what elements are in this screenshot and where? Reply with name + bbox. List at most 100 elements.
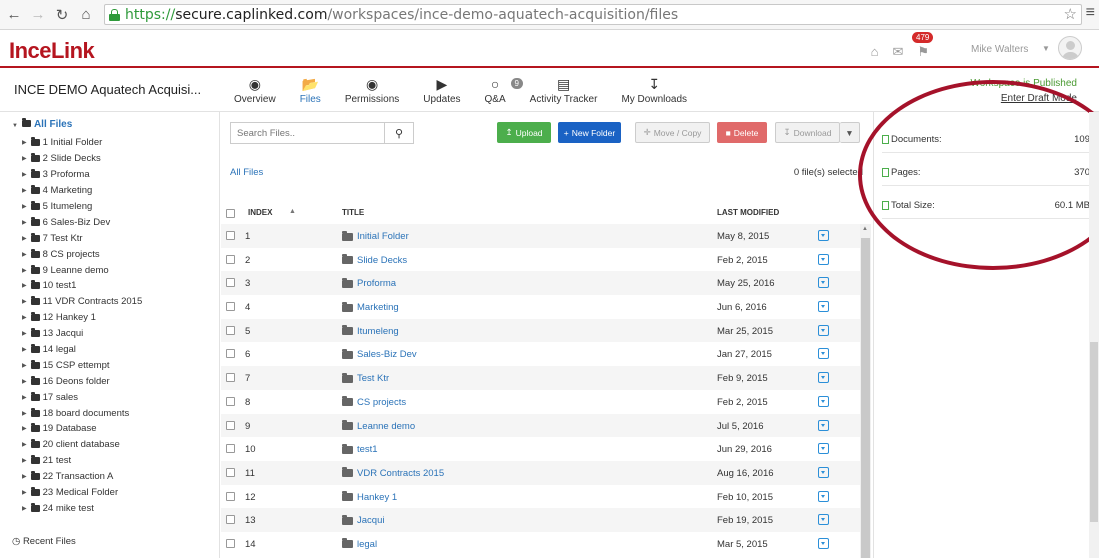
reload-icon[interactable]: ↻ bbox=[52, 5, 72, 25]
home-icon[interactable]: ⌂ bbox=[76, 5, 96, 25]
row-checkbox[interactable] bbox=[226, 467, 235, 477]
row-checkbox[interactable] bbox=[226, 231, 235, 240]
tree-item[interactable]: ▶ 17 sales bbox=[22, 389, 142, 405]
tree-item[interactable]: ▶ 1 Initial Folder bbox=[22, 135, 142, 151]
row-actions-icon[interactable] bbox=[818, 324, 829, 336]
row-title-link[interactable]: Leanne demo bbox=[342, 420, 415, 432]
row-actions-icon[interactable] bbox=[818, 277, 829, 289]
table-row[interactable]: 7 Test Ktr Feb 9, 2015 bbox=[221, 366, 860, 390]
row-title-link[interactable]: Marketing bbox=[342, 301, 399, 313]
tab-activity-tracker[interactable]: ▤ Activity Tracker bbox=[518, 76, 610, 105]
tab-overview[interactable]: ◉ Overview bbox=[222, 76, 288, 105]
mail-icon[interactable]: ✉ bbox=[892, 44, 903, 60]
notifications-badge[interactable]: 479 bbox=[912, 32, 934, 43]
tab-files[interactable]: 📂 Files bbox=[288, 76, 333, 105]
download-options-dropdown[interactable]: ▼ bbox=[840, 122, 860, 143]
upload-button[interactable]: ↥ Upload bbox=[497, 122, 551, 143]
row-title-link[interactable]: Sales-Biz Dev bbox=[342, 348, 417, 360]
table-row[interactable]: 12 Hankey 1 Feb 10, 2015 bbox=[221, 485, 860, 509]
row-checkbox[interactable] bbox=[226, 396, 235, 406]
tree-item[interactable]: ▶ 12 Hankey 1 bbox=[22, 310, 142, 326]
page-scrollbar[interactable] bbox=[1089, 112, 1099, 558]
table-row[interactable]: 1 Initial Folder May 8, 2015 bbox=[221, 224, 860, 248]
bookmark-star-icon[interactable]: ☆ bbox=[1064, 5, 1077, 23]
row-checkbox[interactable] bbox=[226, 515, 235, 525]
address-bar[interactable]: https:// secure.caplinked.com /workspace… bbox=[104, 4, 1082, 25]
table-row[interactable]: 4 Marketing Jun 6, 2016 bbox=[221, 295, 860, 319]
table-row[interactable]: 2 Slide Decks Feb 2, 2015 bbox=[221, 248, 860, 272]
sort-asc-icon[interactable]: ▲ bbox=[289, 208, 296, 215]
tree-item[interactable]: ▶ 23 Medical Folder bbox=[22, 485, 142, 501]
table-scroll-thumb[interactable] bbox=[861, 238, 870, 558]
row-title-link[interactable]: Itumeleng bbox=[342, 325, 399, 337]
new-folder-button[interactable]: + New Folder bbox=[558, 122, 621, 143]
row-checkbox[interactable] bbox=[226, 491, 235, 501]
table-row[interactable]: 14 legal Mar 5, 2015 bbox=[221, 532, 860, 556]
tree-item[interactable]: ▶ 6 Sales-Biz Dev bbox=[22, 214, 142, 230]
row-title-link[interactable]: legal bbox=[342, 538, 377, 550]
row-checkbox[interactable] bbox=[226, 325, 235, 335]
row-title-link[interactable]: Proforma bbox=[342, 277, 396, 289]
tree-root-all-files[interactable]: ▼ All Files bbox=[12, 118, 72, 130]
tree-item[interactable]: ▶ 8 CS projects bbox=[22, 246, 142, 262]
table-row[interactable]: 13 Jacqui Feb 19, 2015 bbox=[221, 508, 860, 532]
bell-icon[interactable]: ⚑ bbox=[917, 44, 929, 60]
search-input[interactable] bbox=[230, 122, 385, 144]
row-title-link[interactable]: Slide Decks bbox=[342, 254, 407, 266]
row-checkbox[interactable] bbox=[226, 444, 235, 454]
table-row[interactable]: 11 VDR Contracts 2015 Aug 16, 2016 bbox=[221, 460, 860, 485]
row-title-link[interactable]: Hankey 1 bbox=[342, 491, 397, 503]
table-row[interactable]: 6 Sales-Biz Dev Jan 27, 2015 bbox=[221, 342, 860, 366]
row-title-link[interactable]: Initial Folder bbox=[342, 230, 409, 242]
row-actions-icon[interactable] bbox=[818, 537, 829, 549]
tree-item[interactable]: ▶ 5 Itumeleng bbox=[22, 199, 142, 215]
tree-item[interactable]: ▶ 2 Slide Decks bbox=[22, 151, 142, 167]
tree-item[interactable]: ▶ 24 mike test bbox=[22, 500, 142, 516]
table-row[interactable]: 5 Itumeleng Mar 25, 2015 bbox=[221, 318, 860, 343]
row-checkbox[interactable] bbox=[226, 278, 235, 288]
tree-item[interactable]: ▶ 22 Transaction A bbox=[22, 469, 142, 485]
row-actions-icon[interactable] bbox=[818, 419, 829, 431]
row-checkbox[interactable] bbox=[226, 538, 235, 548]
move-copy-button[interactable]: ✛ Move / Copy bbox=[635, 122, 710, 143]
browser-menu-icon[interactable]: ≡ bbox=[1086, 4, 1095, 22]
row-checkbox[interactable] bbox=[226, 302, 235, 312]
tree-item[interactable]: ▶ 15 CSP ettempt bbox=[22, 357, 142, 373]
logo[interactable]: InceLink bbox=[9, 38, 95, 64]
tab-qa[interactable]: ○ 9 Q&A bbox=[473, 76, 523, 105]
avatar[interactable] bbox=[1058, 36, 1082, 60]
tree-item[interactable]: ▶ 19 Database bbox=[22, 421, 142, 437]
back-arrow-icon[interactable]: ← bbox=[4, 5, 24, 25]
user-caret-icon[interactable]: ▼ bbox=[1042, 44, 1050, 53]
table-row[interactable]: 8 CS projects Feb 2, 2015 bbox=[221, 390, 860, 414]
tree-item[interactable]: ▶ 16 Deons folder bbox=[22, 373, 142, 389]
tree-item[interactable]: ▶ 11 VDR Contracts 2015 bbox=[22, 294, 142, 310]
row-title-link[interactable]: test1 bbox=[342, 443, 378, 455]
col-index[interactable]: INDEX bbox=[248, 208, 272, 217]
page-scroll-thumb[interactable] bbox=[1090, 342, 1098, 522]
tree-item[interactable]: ▶ 14 legal bbox=[22, 342, 142, 358]
recent-files-link[interactable]: ◷ Recent Files bbox=[12, 536, 76, 547]
scroll-up-icon[interactable]: ▲ bbox=[862, 226, 868, 232]
row-title-link[interactable]: CS projects bbox=[342, 396, 406, 408]
tab-updates[interactable]: ▶ Updates bbox=[411, 76, 472, 105]
table-row[interactable]: 10 test1 Jun 29, 2016 bbox=[221, 437, 860, 461]
tree-item[interactable]: ▶ 18 board documents bbox=[22, 405, 142, 421]
row-checkbox[interactable] bbox=[226, 373, 235, 383]
tree-item[interactable]: ▶ 7 Test Ktr bbox=[22, 230, 142, 246]
download-button[interactable]: ↧ Download bbox=[775, 122, 840, 143]
tree-item[interactable]: ▶ 4 Marketing bbox=[22, 183, 142, 199]
row-checkbox[interactable] bbox=[226, 420, 235, 430]
select-all-checkbox[interactable] bbox=[226, 209, 235, 218]
tree-item[interactable]: ▶ 10 test1 bbox=[22, 278, 142, 294]
tree-item[interactable]: ▶ 21 test bbox=[22, 453, 142, 469]
delete-button[interactable]: ■ Delete bbox=[717, 122, 767, 143]
tree-item[interactable]: ▶ 20 client database bbox=[22, 437, 142, 453]
row-actions-icon[interactable] bbox=[818, 395, 829, 407]
row-actions-icon[interactable] bbox=[818, 514, 829, 526]
table-row[interactable]: 9 Leanne demo Jul 5, 2016 bbox=[221, 413, 860, 438]
row-actions-icon[interactable] bbox=[818, 348, 829, 360]
row-actions-icon[interactable] bbox=[818, 301, 829, 313]
row-actions-icon[interactable] bbox=[818, 372, 829, 384]
row-title-link[interactable]: Jacqui bbox=[342, 514, 384, 526]
